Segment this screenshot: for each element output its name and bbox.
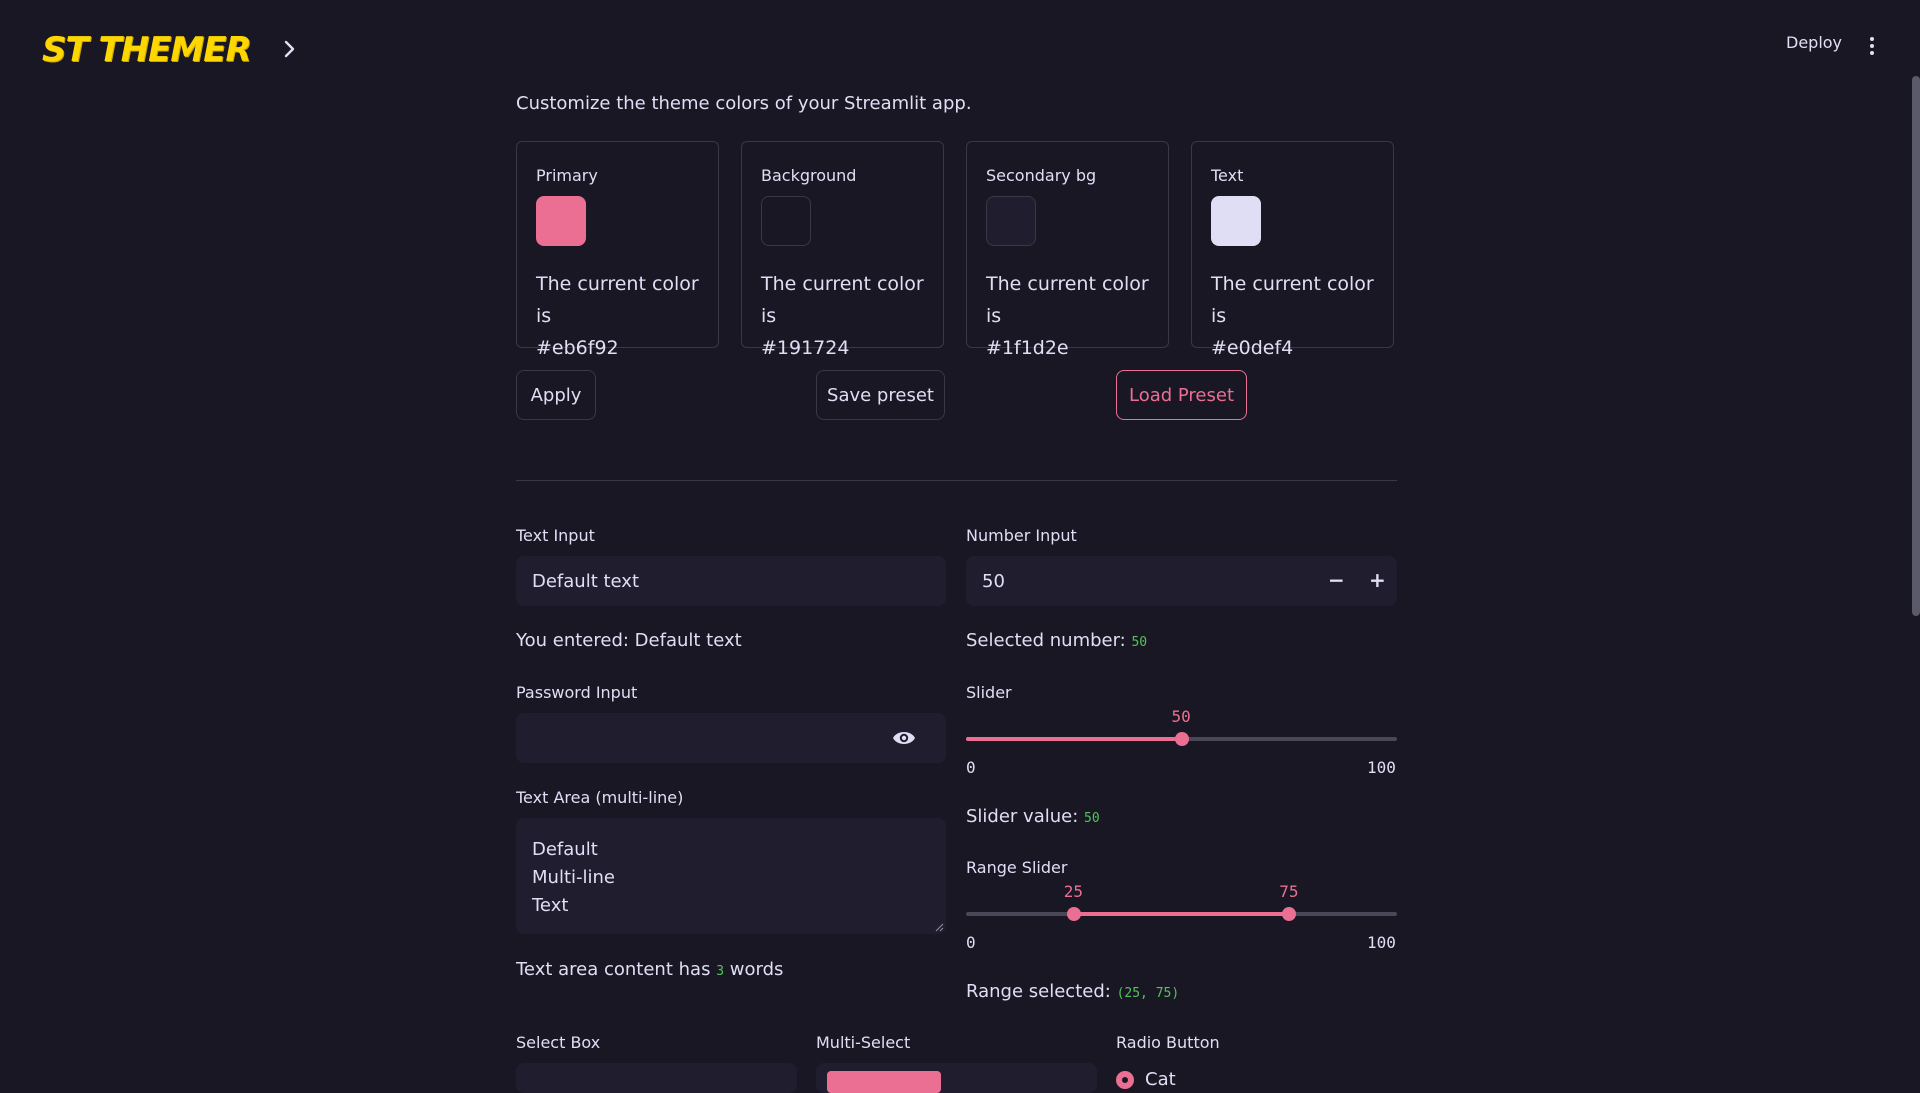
scrollbar[interactable]	[1912, 76, 1920, 616]
load-preset-button[interactable]: Load Preset	[1116, 370, 1247, 420]
decrement-button[interactable]: −	[1328, 568, 1345, 592]
range-max-label: 100	[1367, 933, 1396, 952]
slider-min-label: 0	[966, 758, 976, 777]
multi-select-label: Multi-Select	[816, 1033, 911, 1052]
number-echo: Selected number: 50	[966, 630, 1148, 651]
slider-max-label: 100	[1367, 758, 1396, 777]
number-echo-code: 50	[1131, 635, 1148, 650]
chevron-right-icon[interactable]	[278, 38, 300, 60]
range-slider-label: Range Slider	[966, 858, 1068, 877]
number-input-label: Number Input	[966, 526, 1077, 545]
range-low-thumb[interactable]	[1066, 907, 1081, 921]
range-slider-track[interactable]	[966, 907, 1397, 921]
password-input-label: Password Input	[516, 683, 638, 702]
range-high-thumb[interactable]	[1282, 907, 1297, 921]
text-input-echo: You entered: Default text	[516, 630, 742, 651]
increment-button[interactable]: +	[1369, 568, 1386, 592]
color-swatch[interactable]	[986, 196, 1036, 246]
range-low-value-label: 25	[1063, 882, 1084, 901]
save-preset-button[interactable]: Save preset	[816, 370, 945, 420]
text-area-line: Text	[532, 895, 569, 916]
more-menu-icon[interactable]	[1862, 36, 1882, 56]
multi-select[interactable]	[816, 1063, 1097, 1093]
slider-echo: Slider value: 50	[966, 806, 1100, 827]
color-card-background: Background The current color is #191724	[741, 141, 944, 359]
color-label: Text	[1211, 166, 1244, 185]
eye-icon[interactable]	[892, 727, 916, 749]
slider-value-label: 50	[1171, 707, 1191, 726]
color-swatch[interactable]	[536, 196, 586, 246]
color-caption: The current color is #1f1d2e	[986, 273, 1149, 359]
slider-label: Slider	[966, 683, 1012, 702]
text-area[interactable]: Default Multi-line Text	[516, 818, 946, 934]
text-area-line: Multi-line	[532, 867, 615, 888]
divider	[516, 480, 1397, 481]
text-area-echo: Text area content has 3 words	[516, 959, 784, 980]
range-high-value-label: 75	[1279, 882, 1299, 901]
slider-echo-code: 50	[1084, 811, 1100, 826]
radio-label: Radio Button	[1116, 1033, 1220, 1052]
color-card-secondary-bg: Secondary bg The current color is #1f1d2e	[966, 141, 1169, 359]
apply-button[interactable]: Apply	[516, 370, 596, 420]
color-caption: The current color is #e0def4	[1211, 273, 1374, 359]
select-box[interactable]	[516, 1063, 797, 1093]
color-label: Primary	[536, 166, 598, 185]
text-area-line: Default	[532, 839, 598, 860]
multi-select-chip[interactable]	[827, 1071, 941, 1093]
number-input-value: 50	[982, 570, 1005, 592]
range-min-label: 0	[966, 933, 976, 952]
color-swatch[interactable]	[1211, 196, 1261, 246]
deploy-button[interactable]: Deploy	[1786, 33, 1842, 52]
range-slider-fill	[1073, 912, 1290, 916]
range-echo-code: (25, 75)	[1116, 986, 1180, 1001]
resize-handle-icon[interactable]	[934, 922, 944, 932]
radio-selected-icon[interactable]	[1116, 1071, 1134, 1089]
color-caption: The current color is #191724	[761, 273, 924, 359]
color-label: Background	[761, 166, 857, 185]
password-input[interactable]	[516, 713, 946, 763]
slider-thumb[interactable]	[1174, 732, 1189, 746]
slider-track[interactable]	[966, 732, 1397, 746]
word-count-code: 3	[716, 964, 725, 979]
color-card-primary: Primary The current color is #eb6f92	[516, 141, 719, 359]
text-input-label: Text Input	[516, 526, 595, 545]
slider-fill	[966, 737, 1182, 741]
text-input[interactable]: Default text	[516, 556, 946, 606]
text-area-label: Text Area (multi-line)	[516, 788, 684, 807]
color-label: Secondary bg	[986, 166, 1097, 185]
range-echo: Range selected: (25, 75)	[966, 981, 1180, 1002]
color-card-text: Text The current color is #e0def4	[1191, 141, 1394, 359]
intro-text: Customize the theme colors of your Strea…	[516, 93, 972, 114]
color-caption: The current color is #eb6f92	[536, 273, 699, 359]
color-swatch[interactable]	[761, 196, 811, 246]
select-box-label: Select Box	[516, 1033, 601, 1052]
app-logo: ST THEMER	[42, 30, 252, 70]
